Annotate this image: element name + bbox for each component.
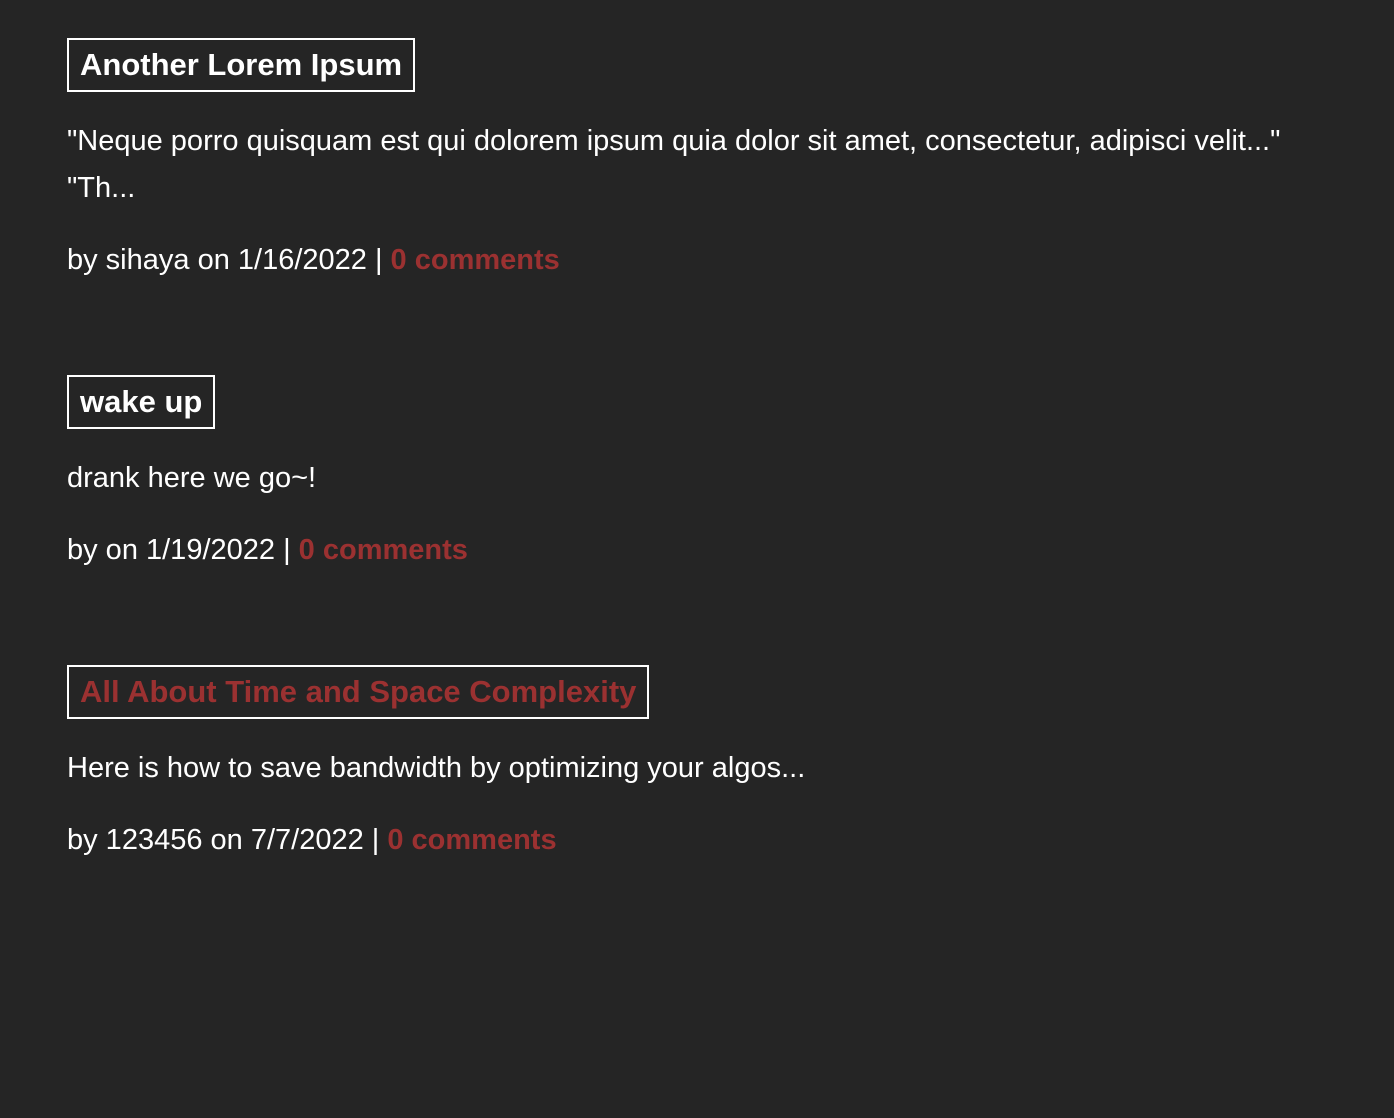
post-title-link[interactable]: All About Time and Space Complexity bbox=[67, 665, 650, 719]
post-meta: by on 1/19/2022 | 0 comments bbox=[67, 530, 1334, 570]
post-byline: by 123456 on 7/7/2022 | bbox=[67, 824, 388, 856]
post-list: Another Lorem Ipsum "Neque porro quisqua… bbox=[0, 0, 1394, 860]
comments-link[interactable]: 0 comments bbox=[299, 534, 468, 566]
comments-link[interactable]: 0 comments bbox=[391, 244, 560, 276]
post-byline: by on 1/19/2022 | bbox=[67, 534, 299, 566]
post-meta: by sihaya on 1/16/2022 | 0 comments bbox=[67, 240, 1334, 280]
post-excerpt: Here is how to save bandwidth by optimiz… bbox=[67, 752, 806, 784]
comments-link[interactable]: 0 comments bbox=[387, 824, 556, 856]
post-title[interactable]: Another Lorem Ipsum bbox=[67, 38, 416, 92]
post-meta: by 123456 on 7/7/2022 | 0 comments bbox=[67, 820, 1334, 860]
post-byline: by sihaya on 1/16/2022 | bbox=[67, 244, 391, 276]
post-excerpt: drank here we go~! bbox=[67, 462, 317, 494]
post-item: Another Lorem Ipsum "Neque porro quisqua… bbox=[67, 38, 1334, 280]
post-excerpt: "Neque porro quisquam est qui dolorem ip… bbox=[67, 125, 1281, 204]
post-item: All About Time and Space Complexity Here… bbox=[67, 665, 1334, 860]
post-title[interactable]: wake up bbox=[67, 375, 216, 429]
post-item: wake up drank here we go~! by on 1/19/20… bbox=[67, 375, 1334, 570]
